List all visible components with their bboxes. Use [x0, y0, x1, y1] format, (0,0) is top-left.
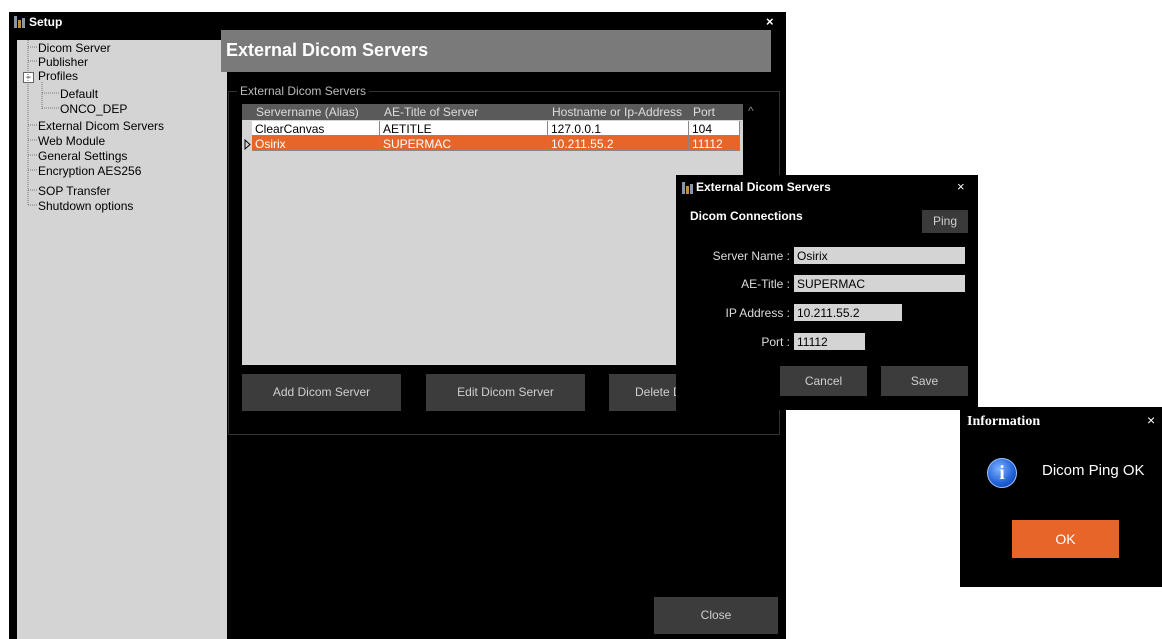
tree-connectors	[27, 40, 59, 206]
section-title: Dicom Connections	[690, 209, 803, 223]
save-button[interactable]: Save	[881, 366, 968, 396]
column-header-servername[interactable]: Servername (Alias)	[252, 104, 380, 120]
close-icon[interactable]: ×	[957, 179, 965, 194]
cancel-button[interactable]: Cancel	[780, 366, 867, 396]
close-button[interactable]: Close	[654, 597, 778, 634]
tree-item-default[interactable]: Default	[60, 87, 98, 101]
ok-button[interactable]: OK	[1012, 520, 1119, 558]
edit-dicom-server-button[interactable]: Edit Dicom Server	[426, 374, 585, 411]
groupbox-label: External Dicom Servers	[237, 84, 370, 98]
close-icon[interactable]: ×	[1147, 412, 1155, 428]
ae-title-field[interactable]: SUPERMAC	[794, 275, 965, 292]
port-field[interactable]: 11112	[794, 333, 865, 350]
page-title: External Dicom Servers	[226, 40, 429, 60]
row-indicator	[242, 137, 252, 152]
servers-table[interactable]: Servername (Alias) AE-Title of Server Ho…	[242, 104, 743, 365]
scroll-up-icon[interactable]: ^	[748, 104, 754, 118]
window-title: Setup	[29, 15, 63, 29]
add-dicom-server-button[interactable]: Add Dicom Server	[242, 374, 401, 411]
setup-titlebar: Setup ×	[9, 12, 786, 32]
close-icon[interactable]: ×	[766, 14, 774, 29]
ae-title-label: AE-Title :	[741, 277, 790, 291]
column-header-port[interactable]: Port	[689, 104, 743, 120]
dialog-app-icon	[682, 182, 694, 194]
column-header-aetitle[interactable]: AE-Title of Server	[380, 104, 548, 120]
server-name-field[interactable]: Osirix	[794, 247, 965, 264]
column-header-hostname[interactable]: Hostname or Ip-Address	[548, 104, 689, 120]
tree-item-onco-dep[interactable]: ONCO_DEP	[60, 102, 127, 116]
info-icon: i	[987, 458, 1017, 488]
information-dialog: Information × i Dicom Ping OK OK	[960, 407, 1162, 587]
edit-server-dialog: External Dicom Servers × Dicom Connectio…	[676, 175, 978, 410]
delete-dicom-server-button[interactable]: Delete D	[609, 374, 676, 411]
info-dialog-title: Information	[967, 414, 1041, 429]
page-header: External Dicom Servers	[221, 30, 771, 72]
port-label: Port :	[761, 335, 790, 349]
ping-button[interactable]: Ping	[922, 210, 968, 233]
server-name-label: Server Name :	[712, 249, 790, 263]
ip-address-label: IP Address :	[725, 306, 790, 320]
info-message: Dicom Ping OK	[1042, 462, 1145, 479]
app-icon	[14, 16, 26, 28]
ip-address-field[interactable]: 10.211.55.2	[794, 304, 902, 321]
dialog-title: External Dicom Servers	[696, 180, 831, 194]
